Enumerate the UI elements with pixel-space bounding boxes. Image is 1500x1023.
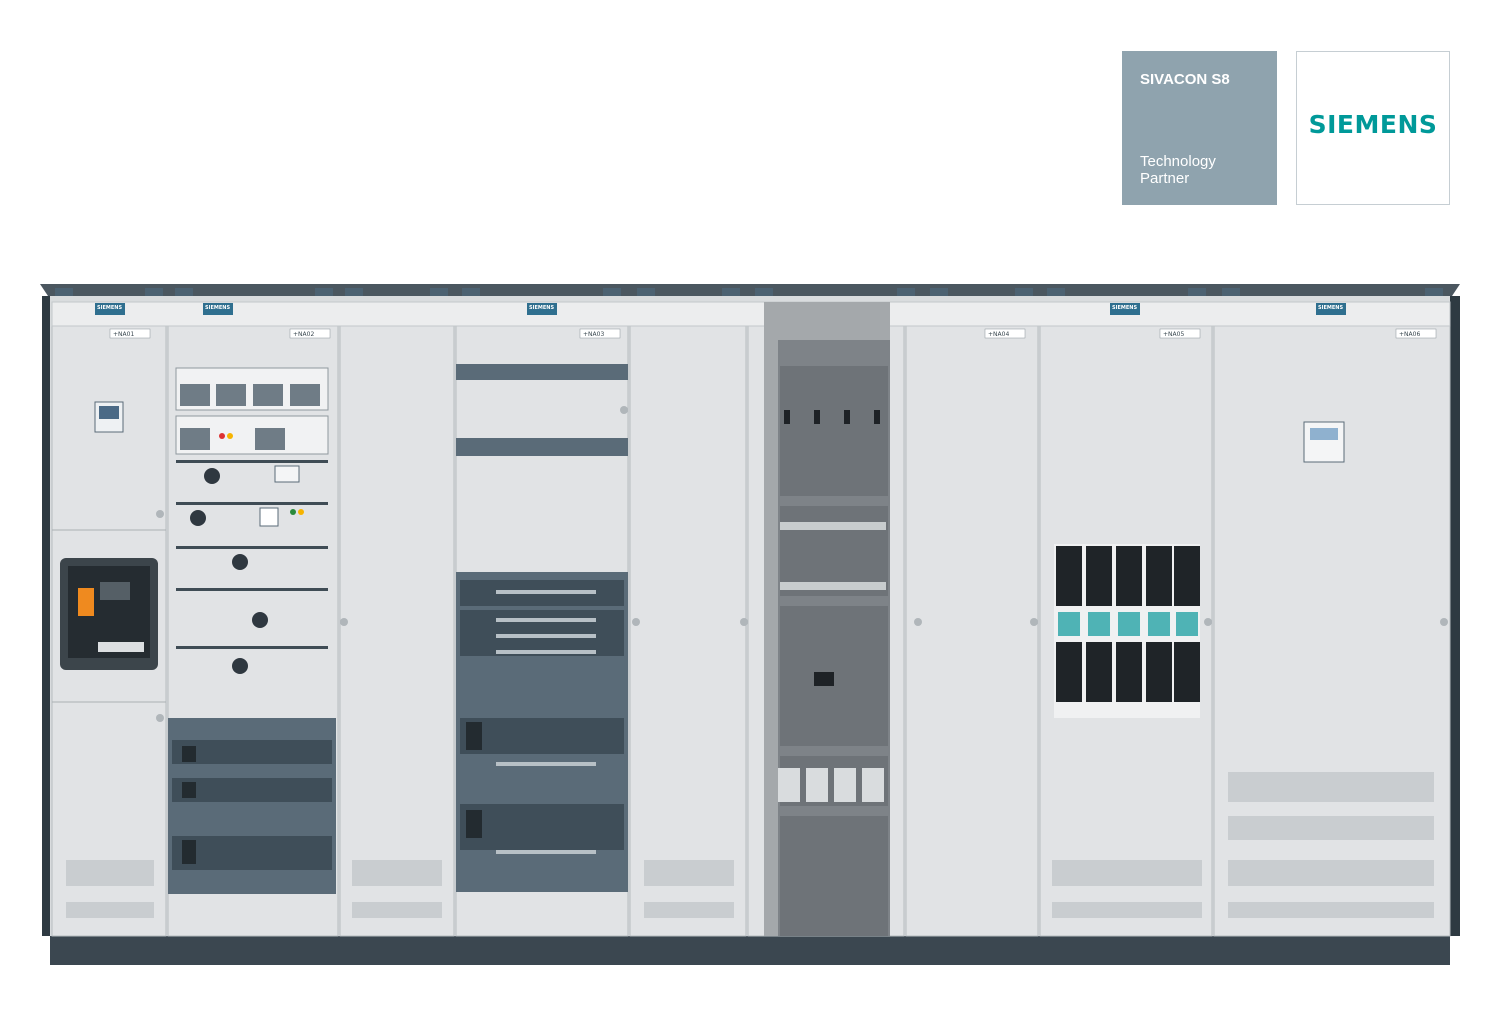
switchgear-cabinet-image: SIEMENS SIEMENS SIEMENS SIEMENS SIEMENS … — [40, 284, 1460, 965]
column-na06 — [1213, 301, 1451, 937]
siemens-logo: SIEMENS — [1308, 110, 1438, 139]
na03-rack-modules — [456, 364, 628, 892]
sivacon-partner-badge: SIVACON S8 Technology Partner — [1122, 51, 1277, 205]
siemens-logo-badge: SIEMENS — [1296, 51, 1450, 205]
column-tag-4: +NA04 — [988, 331, 1009, 338]
na06-equipment — [1303, 421, 1345, 463]
nameplate-brand-6: SIEMENS — [1318, 305, 1343, 311]
column-na03-side — [629, 301, 747, 937]
badge-line-1: Technology — [1140, 153, 1216, 170]
column-na02-side — [339, 301, 455, 937]
cabinet-roof — [40, 284, 1460, 296]
column-tag-1: +NA01 — [113, 331, 134, 338]
column-tag-5: +NA05 — [1163, 331, 1184, 338]
column-tag-6: +NA06 — [1399, 331, 1420, 338]
badge-line-2: Partner — [1140, 170, 1190, 187]
cabinet-plinth — [50, 936, 1450, 965]
nameplate-brand-5: SIEMENS — [1112, 305, 1137, 311]
column-na04 — [905, 301, 1039, 937]
left-side-post — [42, 296, 50, 936]
badge-product-name: SIVACON S8 — [1140, 71, 1230, 88]
nameplate-brand-2: SIEMENS — [205, 305, 230, 311]
nameplate-brand-1: SIEMENS — [97, 305, 122, 311]
na05-fuse-switches — [1054, 544, 1200, 718]
header-strip — [51, 301, 1451, 327]
nameplate-brand-3: SIEMENS — [529, 305, 554, 311]
badge-partner-text: Technology Partner — [1140, 153, 1260, 187]
column-tag-2: +NA02 — [293, 331, 314, 338]
column-tag-3: +NA03 — [583, 331, 604, 338]
center-column-equipment — [764, 302, 890, 936]
right-side-post — [1450, 296, 1460, 936]
